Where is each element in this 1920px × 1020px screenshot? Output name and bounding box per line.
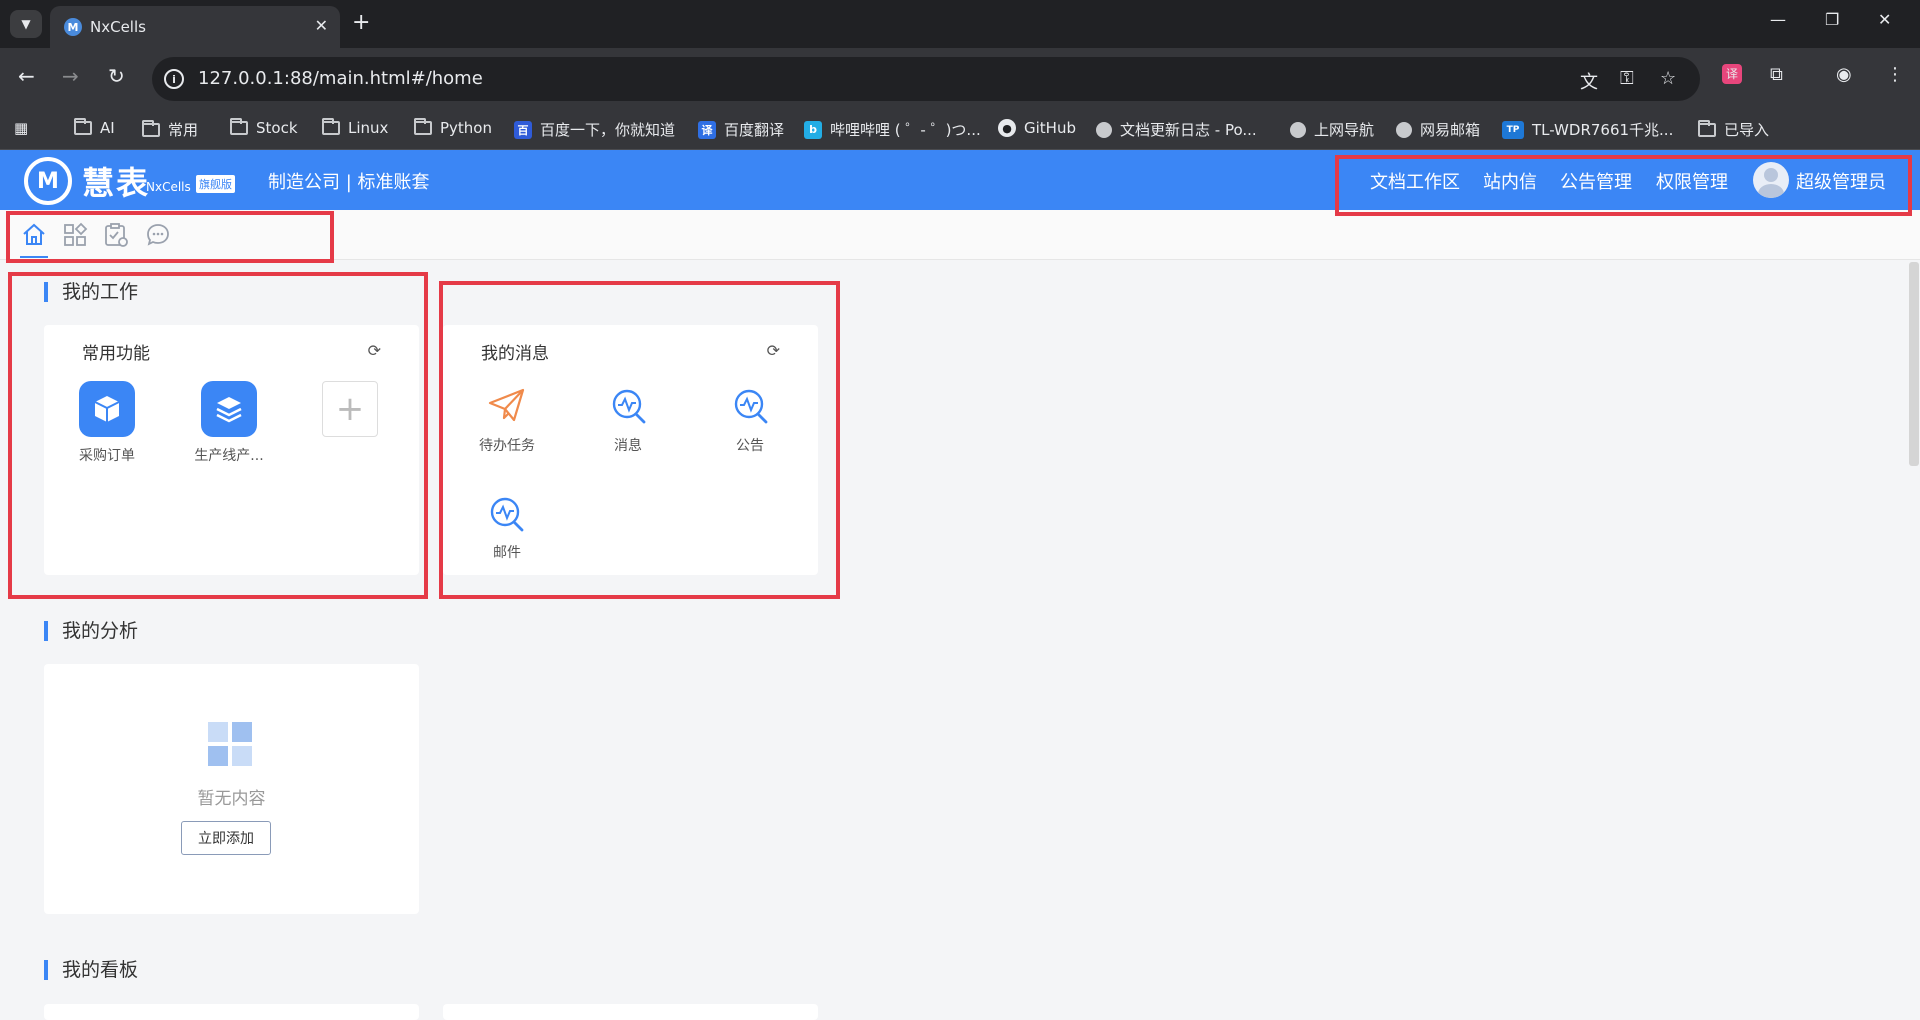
bookmark-python[interactable]: Python: [414, 118, 492, 137]
minimize-icon[interactable]: —: [1770, 10, 1786, 29]
browser-toolbar: ← → ↻ i 127.0.0.1:88/main.html#/home 文 ⚿…: [0, 48, 1920, 110]
highlight-box-my-work: [8, 272, 428, 599]
nxcells-favicon-icon: M: [64, 18, 82, 36]
highlight-box-header-nav: [1335, 155, 1912, 216]
bookmark-docs-changelog[interactable]: 文档更新日志 - Po...: [1096, 119, 1257, 140]
bookmarks-bar: ▦ AI 常用 Stock Linux Python 百百度一下，你就知道 译百…: [0, 110, 1920, 150]
globe-icon: [1290, 121, 1306, 138]
tab-title: NxCells: [90, 18, 146, 36]
analysis-card: 暂无内容 立即添加: [44, 664, 419, 914]
translate-icon: 译: [698, 120, 716, 139]
folder-icon: [230, 118, 248, 135]
bookmark-baidu[interactable]: 百百度一下，你就知道: [514, 119, 675, 140]
password-key-icon[interactable]: ⚿: [1620, 68, 1634, 89]
site-info-icon[interactable]: i: [164, 69, 184, 89]
close-tab-icon[interactable]: ✕: [315, 16, 328, 35]
globe-icon: [1396, 121, 1412, 138]
browser-menu-icon[interactable]: ⋮: [1886, 64, 1904, 85]
bookmark-star-icon[interactable]: ☆: [1660, 68, 1676, 89]
board-card: [44, 1004, 419, 1020]
tplink-icon: TP: [1502, 120, 1524, 139]
new-tab-icon[interactable]: +: [352, 10, 370, 35]
highlight-box-quick-toolbar: [6, 211, 334, 263]
folder-icon: [142, 119, 160, 137]
section-my-analysis: 我的分析: [44, 621, 138, 641]
bilibili-icon: b: [804, 120, 822, 139]
bookmark-bilibili[interactable]: b 哔哩哔哩 ( ゜- ゜)つ...: [804, 119, 981, 140]
bookmark-github[interactable]: ● GitHub: [998, 119, 1076, 137]
translate-page-icon[interactable]: 文: [1580, 68, 1598, 94]
nxcells-logo-icon: M: [24, 157, 72, 205]
company-account-selector[interactable]: 制造公司 | 标准账套: [268, 168, 430, 194]
browser-tabstrip: ▼ M NxCells ✕ + — ❐ ✕: [0, 0, 1920, 48]
bookmark-common[interactable]: 常用: [142, 119, 198, 140]
bookmark-163-mail[interactable]: 网易邮箱: [1396, 119, 1480, 140]
folder-icon: [1698, 119, 1716, 137]
bookmark-tplink[interactable]: TP TL-WDR7661千兆...: [1502, 119, 1673, 140]
logo-text: 慧表: [82, 164, 151, 202]
tab-search-button[interactable]: ▼: [10, 10, 42, 38]
profile-icon[interactable]: ◉: [1836, 64, 1852, 85]
url-text[interactable]: 127.0.0.1:88/main.html#/home: [198, 68, 483, 89]
folder-icon: [74, 118, 92, 135]
page-scrollbar[interactable]: [1909, 262, 1919, 466]
empty-state-text: 暂无内容: [197, 789, 266, 809]
board-card: [443, 1004, 818, 1020]
folder-icon: [322, 118, 340, 135]
address-bar[interactable]: i 127.0.0.1:88/main.html#/home 文 ⚿ ☆: [152, 57, 1700, 101]
bookmark-stock[interactable]: Stock: [230, 118, 298, 137]
bookmark-linux[interactable]: Linux: [322, 118, 388, 137]
section-my-board: 我的看板: [44, 960, 138, 980]
reload-icon[interactable]: ↻: [108, 64, 125, 88]
logo-subtitle: NxCells: [146, 180, 191, 194]
bookmark-navigation[interactable]: 上网导航: [1290, 119, 1374, 140]
bookmark-baidu-translate[interactable]: 译百度翻译: [698, 119, 784, 140]
github-icon: ●: [998, 119, 1016, 137]
forward-icon[interactable]: →: [62, 64, 79, 88]
bookmark-ai[interactable]: AI: [74, 118, 115, 137]
bookmark-imported[interactable]: 已导入: [1698, 119, 1769, 140]
highlight-box-my-messages: [439, 281, 840, 599]
apps-grid-icon[interactable]: ▦: [14, 119, 28, 137]
back-icon[interactable]: ←: [18, 64, 35, 88]
edition-badge: 旗舰版: [196, 175, 235, 193]
browser-tab[interactable]: M NxCells ✕: [50, 6, 340, 48]
globe-icon: [1096, 121, 1112, 138]
close-window-icon[interactable]: ✕: [1878, 10, 1891, 29]
empty-grid-icon: [208, 722, 252, 766]
restore-icon[interactable]: ❐: [1825, 10, 1839, 29]
add-now-button[interactable]: 立即添加: [181, 821, 271, 855]
folder-icon: [414, 118, 432, 135]
extensions-puzzle-icon[interactable]: ⧉: [1770, 64, 1783, 85]
extension-translate-icon[interactable]: 译: [1722, 64, 1742, 84]
baidu-icon: 百: [514, 120, 532, 139]
